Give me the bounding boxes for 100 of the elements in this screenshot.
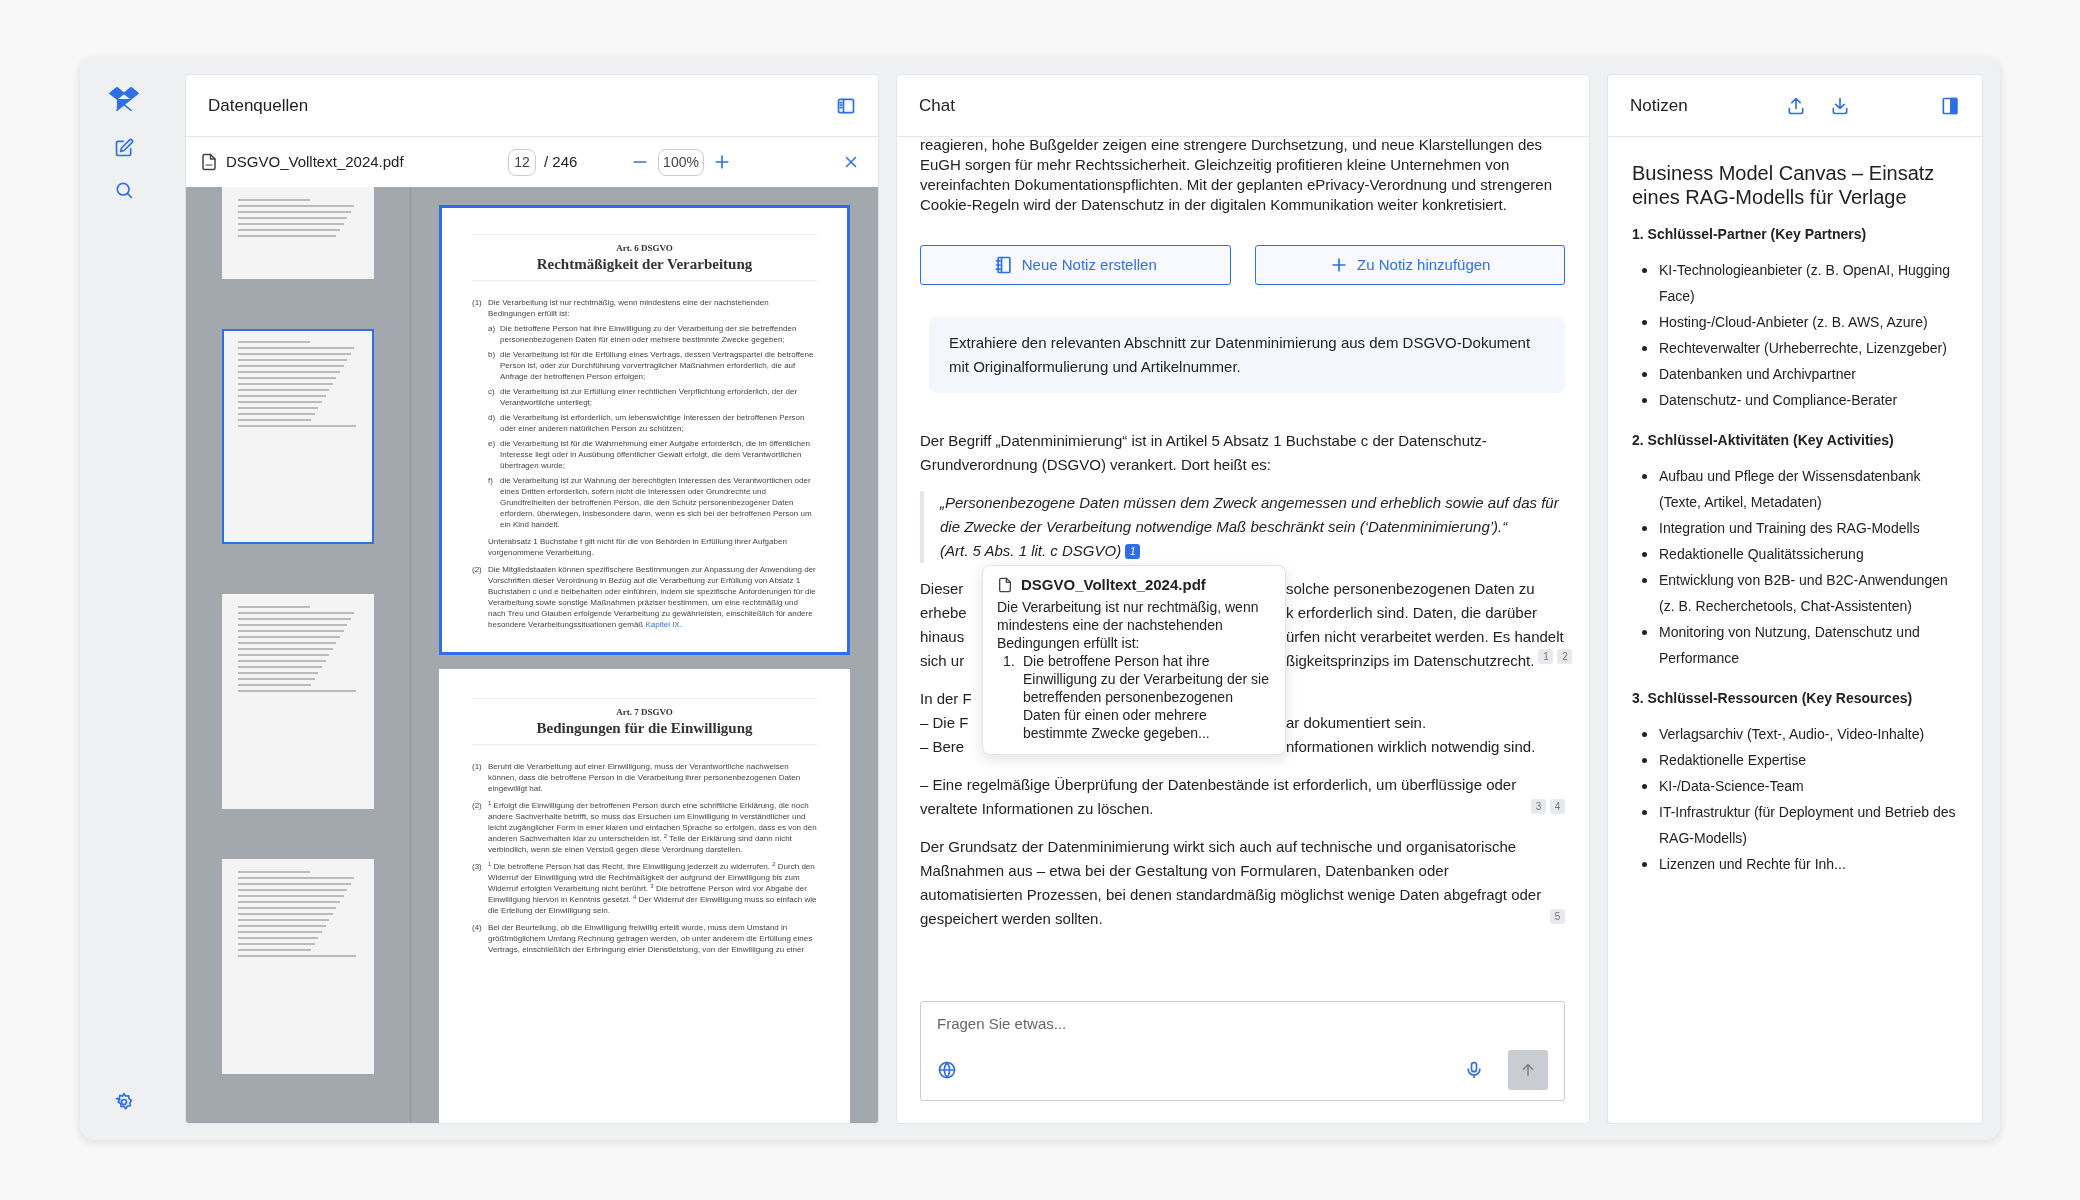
- panel-title: Chat: [919, 94, 955, 117]
- note-item: Datenschutz- und Compliance-Berater: [1659, 391, 1898, 410]
- note-heading: Business Model Canvas – Einsatz eines RAG-Modells für Verlage: [1632, 161, 1936, 209]
- panel-title: Datenquellen: [208, 94, 309, 117]
- quote-text: „Personenbezogene Daten müssen dem Zweck angemessen und erheblich sowie auf das für die Zwecke der Verarbeitung notwendige Maß beschränkt sein (‘Datenminimierung’).“: [940, 493, 1560, 537]
- add-to-note-button[interactable]: Zu Notiz hinzufügen: [1254, 245, 1565, 285]
- page-thumbnail[interactable]: [222, 187, 374, 279]
- answer-text: Dieser: [920, 580, 964, 597]
- section-heading: 1. Schlüssel-Partner (Key Partners): [1632, 225, 1868, 244]
- bullet-icon: [1642, 732, 1647, 737]
- item-text: die Verarbeitung ist für die Erfüllung eines Vertrags, dessen Vertragspartei die betroffene Person ist, oder zur Durchführung vorvertraglicher Maßnahmen erforderlich, die auf Anfrage der betroffenen Person erfolgen;: [500, 349, 815, 382]
- paragraph-text: Bei der Beurteilung, ob die Einwilligung freiwillig erteilt wurde, muss dem Umstand in größtmöglichem Umfang Rechnung getragen werden, ob unter anderem die Erfüllung eines Vertrags, einschließlich der Erbringung einer Dienstleistung, von der Einwilligung zu einer: [488, 922, 814, 955]
- item-text: die Verarbeitung ist für die Wahrnehmung einer Aufgabe erforderlich, die im öffentlichen Interesse liegt oder in Ausübung öffentlicher Gewalt erfolgt, die dem Verantwortlichen übertragen wurde;: [500, 438, 811, 471]
- note-item: Integration und Training des RAG-Modells: [1659, 519, 1920, 538]
- user-message: Extrahiere den relevanten Abschnitt zur Datenminimierung aus dem DSGVO-Dokument mit Originalformulierung und Artikelnummer.: [929, 317, 1565, 393]
- bullet-icon: [1642, 268, 1647, 273]
- page-count: / 246: [544, 151, 579, 172]
- note-item: Redaktionelle Qualitätssicherung: [1659, 545, 1864, 564]
- note-item: KI-/Data-Science-Team: [1659, 777, 1804, 796]
- item-text: die Verarbeitung ist erforderlich, um lebenswichtige Interessen der betroffenen Person oder einer anderen natürlichen Person zu schützen;: [500, 412, 806, 434]
- page-thumbnail[interactable]: [222, 859, 374, 1074]
- chapter-link[interactable]: Kapitel IX: [645, 620, 680, 629]
- answer-text: erhebe: [920, 604, 967, 621]
- page-number-field[interactable]: 12: [508, 148, 536, 176]
- paragraph-text: $^{1}$ Erfolgt die Einwilligung der betroffenen Person durch eine schriftliche Erklärung, die noch andere Sachverhalte betrifft, so muss das Ersuchen um Einwilligung in verständlicher und leicht zugänglicher Form in einer klaren und einfachen Sprache so erfolgen, dass es von den anderen Sachverhalten klar zu unterscheiden ist. $^{2}$ Teile der Erklärung sind dann nicht verbindlich, wenn sie einen Verstoß gegen diese Verordnung darstellen.: [488, 800, 817, 855]
- item-text: Die betroffene Person hat ihre Einwilligung zu der Verarbeitung der sie betreffenden personenbezogenen Daten für einen oder mehrere bestimmte Zwecke gegeben;: [500, 323, 798, 345]
- paragraph-text: Die Verarbeitung ist nur rechtmäßig, wenn mindestens eine der nachstehenden Bedingungen erfüllt ist:: [488, 297, 770, 319]
- notebook-icon: [993, 255, 1014, 275]
- note-item: Aufbau und Pflege der Wissensdatenbank (Texte, Artikel, Metadaten): [1659, 467, 1922, 512]
- page-thumbnail[interactable]: [222, 594, 374, 809]
- quote-source: (Art. 5 Abs. 1 lit. c DSGVO): [940, 542, 1122, 559]
- bullet-icon: [1642, 346, 1647, 351]
- citation-link[interactable]: 4: [1550, 799, 1565, 814]
- note-item: KI-Technologieanbieter (z. B. OpenAI, Hugging Face): [1659, 261, 1952, 306]
- bullet-icon: [1642, 398, 1647, 403]
- item-text: die Verarbeitung ist zur Wahrung der berechtigten Interessen des Verantwortlichen oder eines Dritten erforderlich, sofern nicht die Interessen oder Grundrechte und Grundfreiheiten der betroffenen Person, die den Schutz personenbezogener Daten erfordern, überwiegen, insbesondere dann, wenn es sich bei der betroffenen Person um ein Kind handelt.: [500, 475, 813, 530]
- bullet-icon: [1642, 784, 1647, 789]
- settings-icon[interactable]: [114, 1092, 134, 1112]
- bullet-icon: [1642, 758, 1647, 763]
- note-item: Rechteverwalter (Urheberrechte, Lizenzgeber): [1659, 339, 1947, 358]
- citation-link[interactable]: 1: [1538, 649, 1554, 664]
- article-title: Bedingungen für die Einwilligung: [535, 719, 754, 738]
- note-item: Datenbanken und Archivpartner: [1659, 365, 1856, 384]
- zoom-level-field[interactable]: 100%: [658, 148, 704, 176]
- paragraph-number: (1): [472, 297, 483, 309]
- bullet-icon: [1642, 320, 1647, 325]
- answer-text: sich ur: [920, 652, 965, 669]
- item-text: die Verarbeitung ist zur Erfüllung einer rechtlichen Verpflichtung erforderlich, der der Verantwortliche unterliegt;: [500, 386, 799, 408]
- paragraph-number: (3): [472, 861, 483, 873]
- paragraph-text: $^{1}$ Die betroffene Person hat das Recht, ihre Einwilligung jederzeit zu widerrufen. $^{2}$ Durch den Widerruf der Einwilligung wird die Rechtmäßigkeit der aufgrund der Einwilligung bis zum Widerruf erfolgten Verarbeitung nicht berührt. $^{3}$ Die betroffene Person wird vor Abgabe der Einwilligung hiervon in Kenntnis gesetzt. $^{4}$ Der Widerruf der Einwilligung muss so einfach wie die Erteilung der Einwilligung sein.: [488, 861, 817, 916]
- paragraph-text: Beruht die Verarbeitung auf einer Einwilligung, muss der Verantwortliche nachweisen können, dass die betroffene Person in die Verarbeitung ihrer personenbezogenen Daten eingewilligt hat.: [488, 761, 802, 794]
- answer-text: Der Grundsatz der Datenminimierung wirkt sich auch auf technische und organisatorische Maßnahmen aus – etwa bei der Gestaltung von Formularen, Datenbanken oder automatisierten Prozessen, bei denen standardmäßig möglichst wenige Daten abgefragt oder gespeichert werden sollten.: [920, 837, 1543, 929]
- answer-text: k erforderlich sind. Daten, die darüber: [1286, 603, 1537, 623]
- item-marker: d): [488, 412, 497, 424]
- bullet-icon: [1642, 372, 1647, 377]
- article-label: Art. 6 DSGVO: [615, 243, 674, 254]
- note-item: IT-Infrastruktur (für Deployment und Betrieb des RAG-Modells): [1659, 803, 1957, 848]
- citation-link[interactable]: 2: [1557, 649, 1573, 664]
- globe-icon[interactable]: [937, 1060, 957, 1080]
- bullet-icon: [1642, 526, 1647, 531]
- bullet-icon: [1642, 862, 1647, 867]
- item-marker: b): [488, 349, 497, 361]
- file-name: DSGVO_Volltext_2024.pdf: [226, 151, 405, 172]
- answer-text: ürfen nicht verarbeitet werden. Es handelt: [1286, 627, 1564, 647]
- panel-toggle-icon[interactable]: [1940, 95, 1960, 116]
- paragraph-note: Unterabsatz 1 Buchstabe f gilt nicht für die von Behörden in Erfüllung ihrer Aufgaben vorgenommene Verarbeitung.: [488, 536, 788, 558]
- item-marker: f): [488, 475, 494, 487]
- edit-icon[interactable]: [114, 138, 134, 158]
- bullet-icon: [1642, 552, 1647, 557]
- item-marker: e): [488, 438, 497, 450]
- article-title: Rechtmäßigkeit der Verarbeitung: [535, 255, 754, 274]
- citation-link[interactable]: 1: [1125, 544, 1141, 559]
- item-marker: a): [488, 323, 497, 335]
- answer-text: hinaus: [920, 628, 965, 645]
- new-note-button[interactable]: Neue Notiz erstellen: [920, 245, 1231, 285]
- bullet-icon: [1642, 578, 1647, 583]
- microphone-icon[interactable]: [1464, 1060, 1484, 1080]
- bullet-icon: [1642, 810, 1647, 815]
- answer-text: – Bere: [920, 738, 965, 755]
- search-icon[interactable]: [114, 180, 134, 200]
- paragraph-number: (1): [472, 761, 483, 773]
- download-icon[interactable]: [1830, 95, 1850, 116]
- page-thumbnail[interactable]: [222, 329, 374, 544]
- upload-icon[interactable]: [1786, 95, 1806, 116]
- answer-text: ar dokumentiert sein.: [1286, 713, 1427, 733]
- item-marker: c): [488, 386, 496, 398]
- answer-text: solche personenbezogenen Daten zu: [1286, 579, 1535, 599]
- article-label: Art. 7 DSGVO: [615, 707, 674, 718]
- answer-text: reagieren, hohe Bußgelder zeigen eine strengere Durchsetzung, und neue Klarstellungen des EuGH sorgen für mehr Rechtssicherheit. Gleichzeitig profitieren kleine Unternehmen von vereinfachten Dokumentationspflichten. Mit der geplanten ePrivacy-Verordnung und strengeren Cookie-Regeln wird der Datenschutz in der digitalen Kommunikation weiter konkretisiert.: [920, 137, 1554, 215]
- panel-title: Notizen: [1630, 94, 1688, 117]
- popover-title: DSGVO_Volltext_2024.pdf: [1021, 576, 1206, 594]
- pdf-file-icon: [997, 577, 1013, 593]
- citation-link[interactable]: 5: [1550, 909, 1565, 924]
- bullet-icon: [1642, 630, 1647, 635]
- note-item: Monitoring von Nutzung, Datenschutz und Performance: [1659, 623, 1921, 668]
- list-number: 1.: [1002, 652, 1016, 671]
- popover-text: Die Verarbeitung ist nur rechtmäßig, wenn mindestens eine der nachstehenden Bedingungen erfüllt ist:: [997, 598, 1260, 652]
- citation-link[interactable]: 3: [1531, 799, 1546, 814]
- paragraph-number: (4): [472, 922, 483, 934]
- note-item: Lizenzen und Rechte für Inh...: [1659, 855, 1846, 874]
